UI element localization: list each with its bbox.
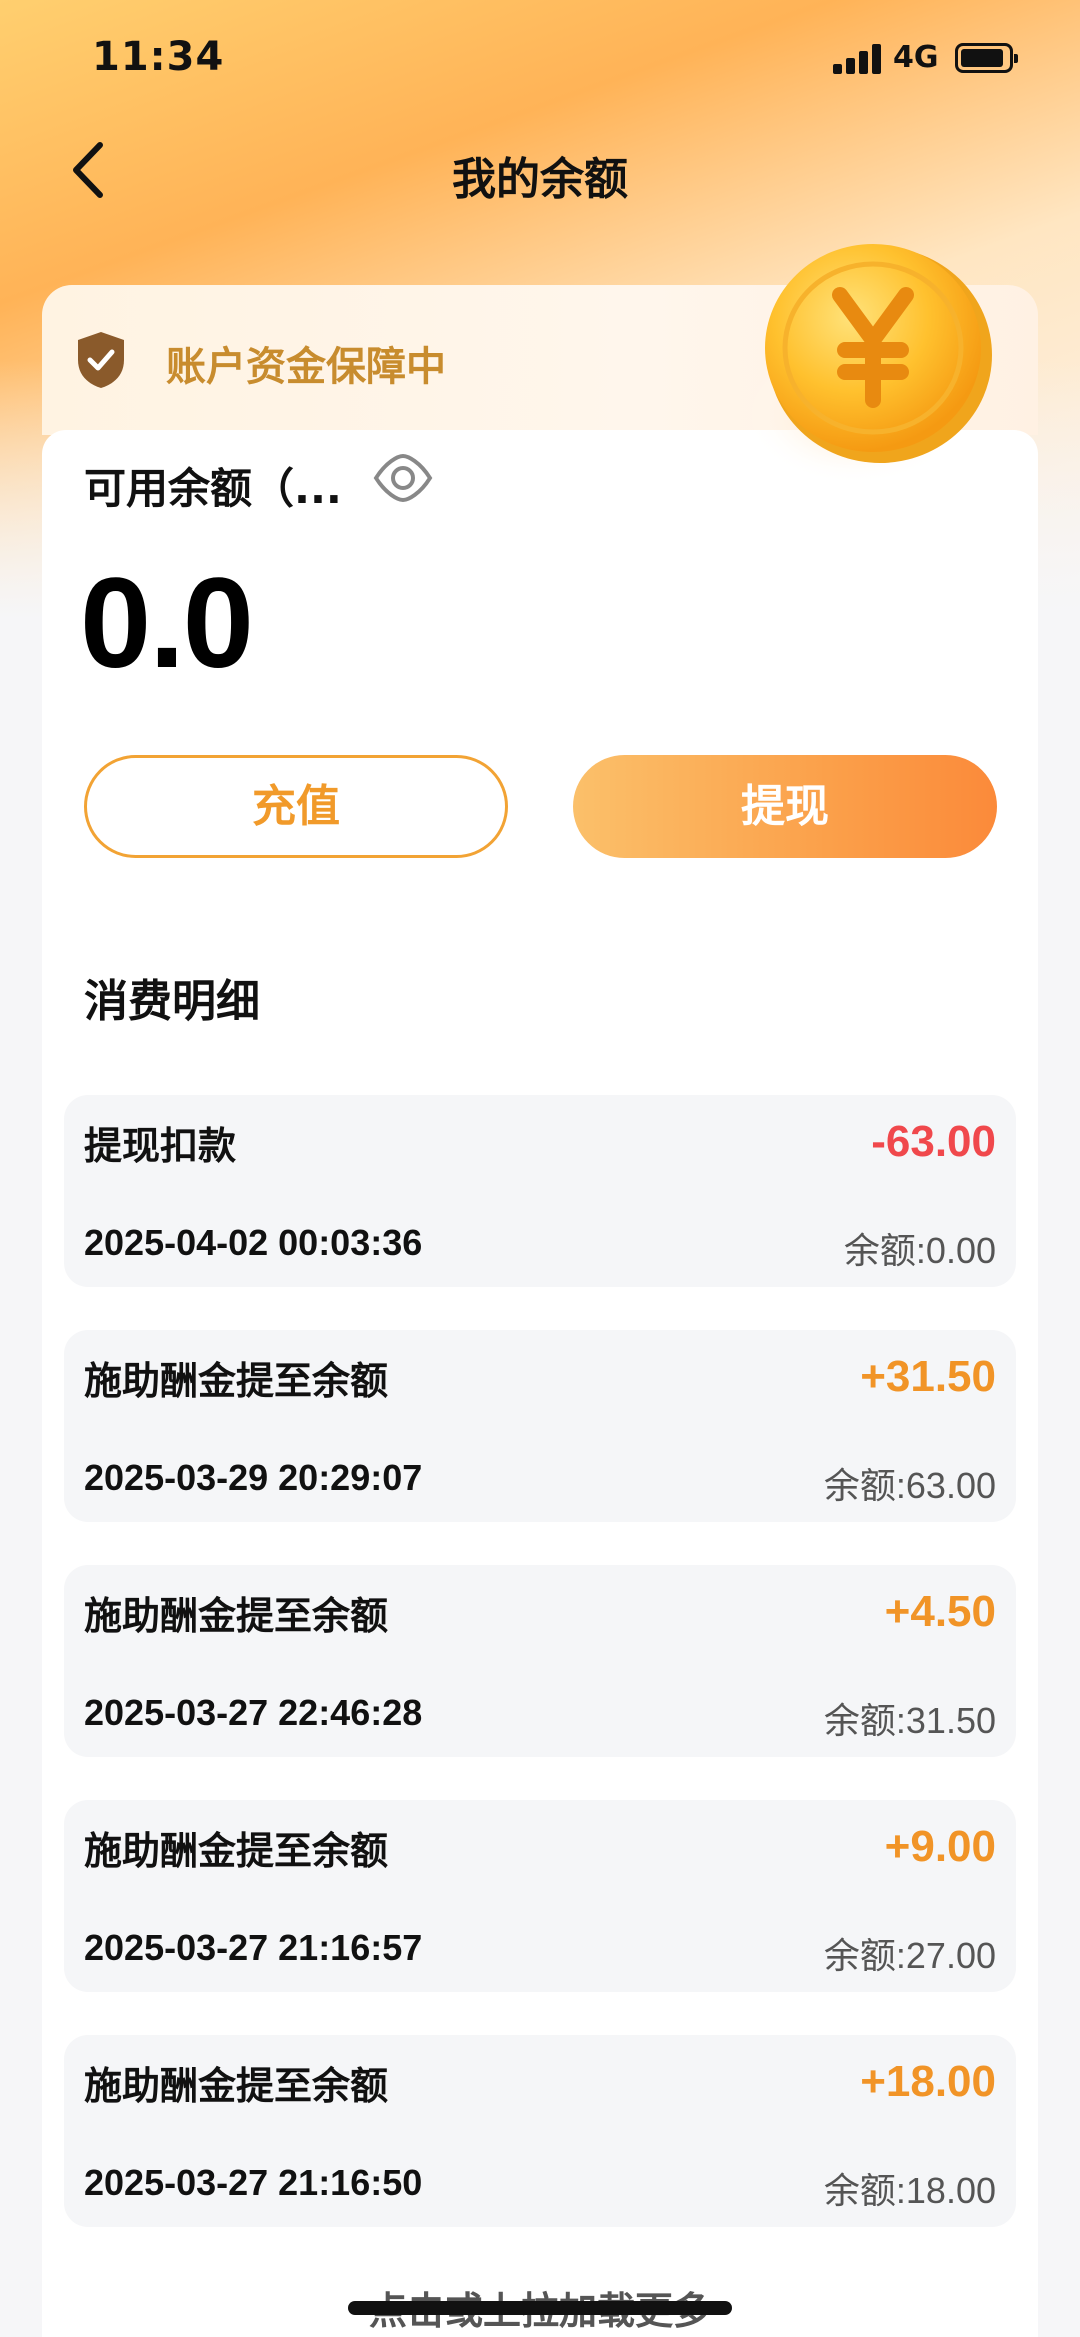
transaction-title: 提现扣款 <box>84 1124 237 1168</box>
signal-icon <box>833 44 881 74</box>
transaction-time: 2025-04-02 00:03:36 <box>84 1222 423 1263</box>
transaction-title: 施助酬金提至余额 <box>84 1359 389 1403</box>
withdraw-button[interactable]: 提现 <box>573 755 997 858</box>
transaction-amount: +9.00 <box>884 1822 996 1871</box>
transaction-balance: 余额:63.00 <box>823 1465 996 1506</box>
transaction-item[interactable]: 施助酬金提至余额 +4.50 2025-03-27 22:46:28 余额:31… <box>64 1565 1016 1757</box>
transaction-amount: +18.00 <box>860 2057 996 2106</box>
transaction-time: 2025-03-27 21:16:57 <box>84 1927 423 1968</box>
status-bar: 11:34 4G <box>0 0 1080 120</box>
shield-check-icon <box>78 332 124 388</box>
transaction-balance: 余额:27.00 <box>823 1935 996 1976</box>
transaction-item[interactable]: 施助酬金提至余额 +31.50 2025-03-29 20:29:07 余额:6… <box>64 1330 1016 1522</box>
available-balance-label: 可用余额（... <box>84 464 342 513</box>
transaction-item[interactable]: 提现扣款 -63.00 2025-04-02 00:03:36 余额:0.00 <box>64 1095 1016 1287</box>
transaction-time: 2025-03-27 21:16:50 <box>84 2162 423 2203</box>
transaction-balance: 余额:0.00 <box>843 1230 996 1271</box>
transaction-item[interactable]: 施助酬金提至余额 +18.00 2025-03-27 21:16:50 余额:1… <box>64 2035 1016 2227</box>
recharge-button[interactable]: 充值 <box>84 755 508 858</box>
network-label: 4G <box>893 40 939 75</box>
yuan-coin-icon <box>750 244 992 485</box>
eye-icon[interactable] <box>372 450 434 506</box>
transaction-amount: +4.50 <box>884 1587 996 1636</box>
balance-amount: 0.0 <box>80 552 254 695</box>
transaction-time: 2025-03-27 22:46:28 <box>84 1692 423 1733</box>
status-time: 11:34 <box>92 34 225 80</box>
consumption-details-title: 消费明细 <box>84 976 260 1027</box>
transaction-title: 施助酬金提至余额 <box>84 1829 389 1873</box>
transaction-title: 施助酬金提至余额 <box>84 2064 389 2108</box>
page-title: 我的余额 <box>452 154 628 205</box>
home-indicator[interactable] <box>348 2301 732 2315</box>
transaction-item[interactable]: 施助酬金提至余额 +9.00 2025-03-27 21:16:57 余额:27… <box>64 1800 1016 1992</box>
guarantee-text: 账户资金保障中 <box>166 344 446 390</box>
battery-icon <box>955 43 1018 73</box>
transaction-balance: 余额:31.50 <box>823 1700 996 1741</box>
transaction-time: 2025-03-29 20:29:07 <box>84 1457 423 1498</box>
transaction-balance: 余额:18.00 <box>823 2170 996 2211</box>
transaction-amount: -63.00 <box>871 1117 996 1166</box>
transaction-title: 施助酬金提至余额 <box>84 1594 389 1638</box>
transaction-amount: +31.50 <box>860 1352 996 1401</box>
